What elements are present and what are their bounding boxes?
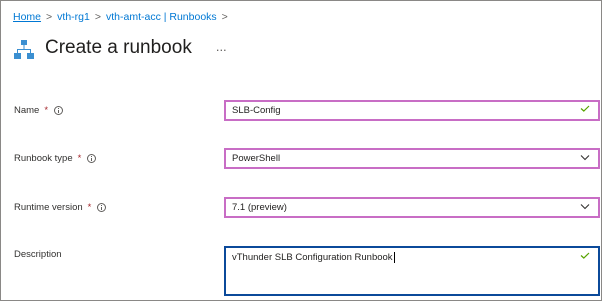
name-row: Name * SLB-Config [0, 97, 602, 125]
name-input[interactable]: SLB-Config [224, 100, 600, 121]
runbook-type-value: PowerShell [232, 153, 281, 164]
breadcrumb-separator: > [221, 11, 228, 23]
breadcrumb-separator: > [46, 11, 53, 23]
info-icon[interactable] [87, 154, 97, 163]
info-icon[interactable] [54, 106, 64, 115]
description-row: Description vThunder SLB Configuration R… [0, 242, 602, 298]
runtime-version-row: Runtime version * 7.1 (preview) [0, 195, 602, 223]
valid-check-icon [580, 252, 590, 259]
description-value: vThunder SLB Configuration Runbook [232, 252, 393, 263]
description-label: Description [14, 249, 62, 260]
breadcrumb-separator: > [94, 11, 101, 23]
breadcrumb-resource-group-link[interactable]: vth-rg1 [57, 11, 90, 23]
runbook-type-label: Runbook type * [14, 153, 97, 164]
info-icon[interactable] [97, 203, 107, 212]
runbook-type-row: Runbook type * PowerShell [0, 145, 602, 173]
runbook-type-select[interactable]: PowerShell [224, 148, 600, 169]
page-title: Create a runbook [45, 37, 192, 58]
page-header: Create a runbook ... [13, 34, 227, 62]
required-marker: * [44, 105, 49, 116]
text-cursor [393, 252, 395, 263]
breadcrumb-home-link[interactable]: Home [13, 11, 41, 23]
runtime-version-select[interactable]: 7.1 (preview) [224, 197, 600, 218]
description-textarea[interactable]: vThunder SLB Configuration Runbook [224, 246, 600, 296]
breadcrumb: Home > vth-rg1 > vth-amt-acc | Runbooks … [13, 11, 233, 23]
valid-check-icon [580, 105, 590, 112]
name-label: Name * [14, 105, 64, 116]
chevron-down-icon [580, 204, 590, 210]
required-marker: * [87, 202, 92, 213]
runtime-version-label: Runtime version * [14, 202, 107, 213]
name-input-value: SLB-Config [232, 105, 281, 116]
runbook-hierarchy-icon [14, 40, 34, 59]
breadcrumb-runbooks-link[interactable]: vth-amt-acc | Runbooks [106, 11, 217, 23]
chevron-down-icon [580, 155, 590, 161]
runtime-version-value: 7.1 (preview) [232, 202, 287, 213]
required-marker: * [77, 153, 82, 164]
more-options-button[interactable]: ... [216, 39, 227, 54]
